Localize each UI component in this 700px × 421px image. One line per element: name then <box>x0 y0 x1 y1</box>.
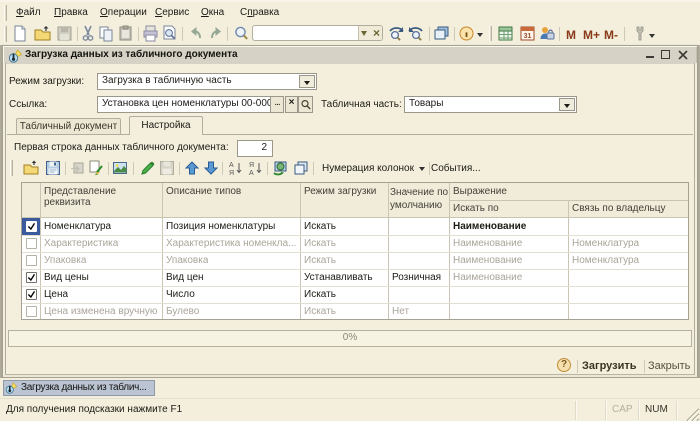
svg-text:Я: Я <box>229 170 234 176</box>
svg-text:Я: Я <box>249 162 254 169</box>
svg-text:31: 31 <box>524 33 532 40</box>
svg-text:А: А <box>249 170 254 176</box>
svg-text:А: А <box>229 162 234 169</box>
